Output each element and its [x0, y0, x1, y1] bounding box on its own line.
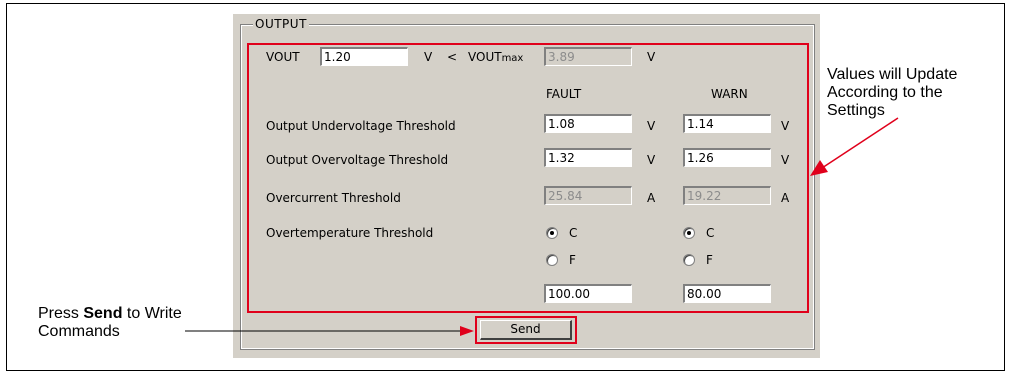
- values-arrowhead: [810, 160, 828, 176]
- send-arrowhead: [460, 326, 474, 336]
- callout-arrows: [185, 117, 899, 336]
- values-arrow-line: [821, 117, 899, 169]
